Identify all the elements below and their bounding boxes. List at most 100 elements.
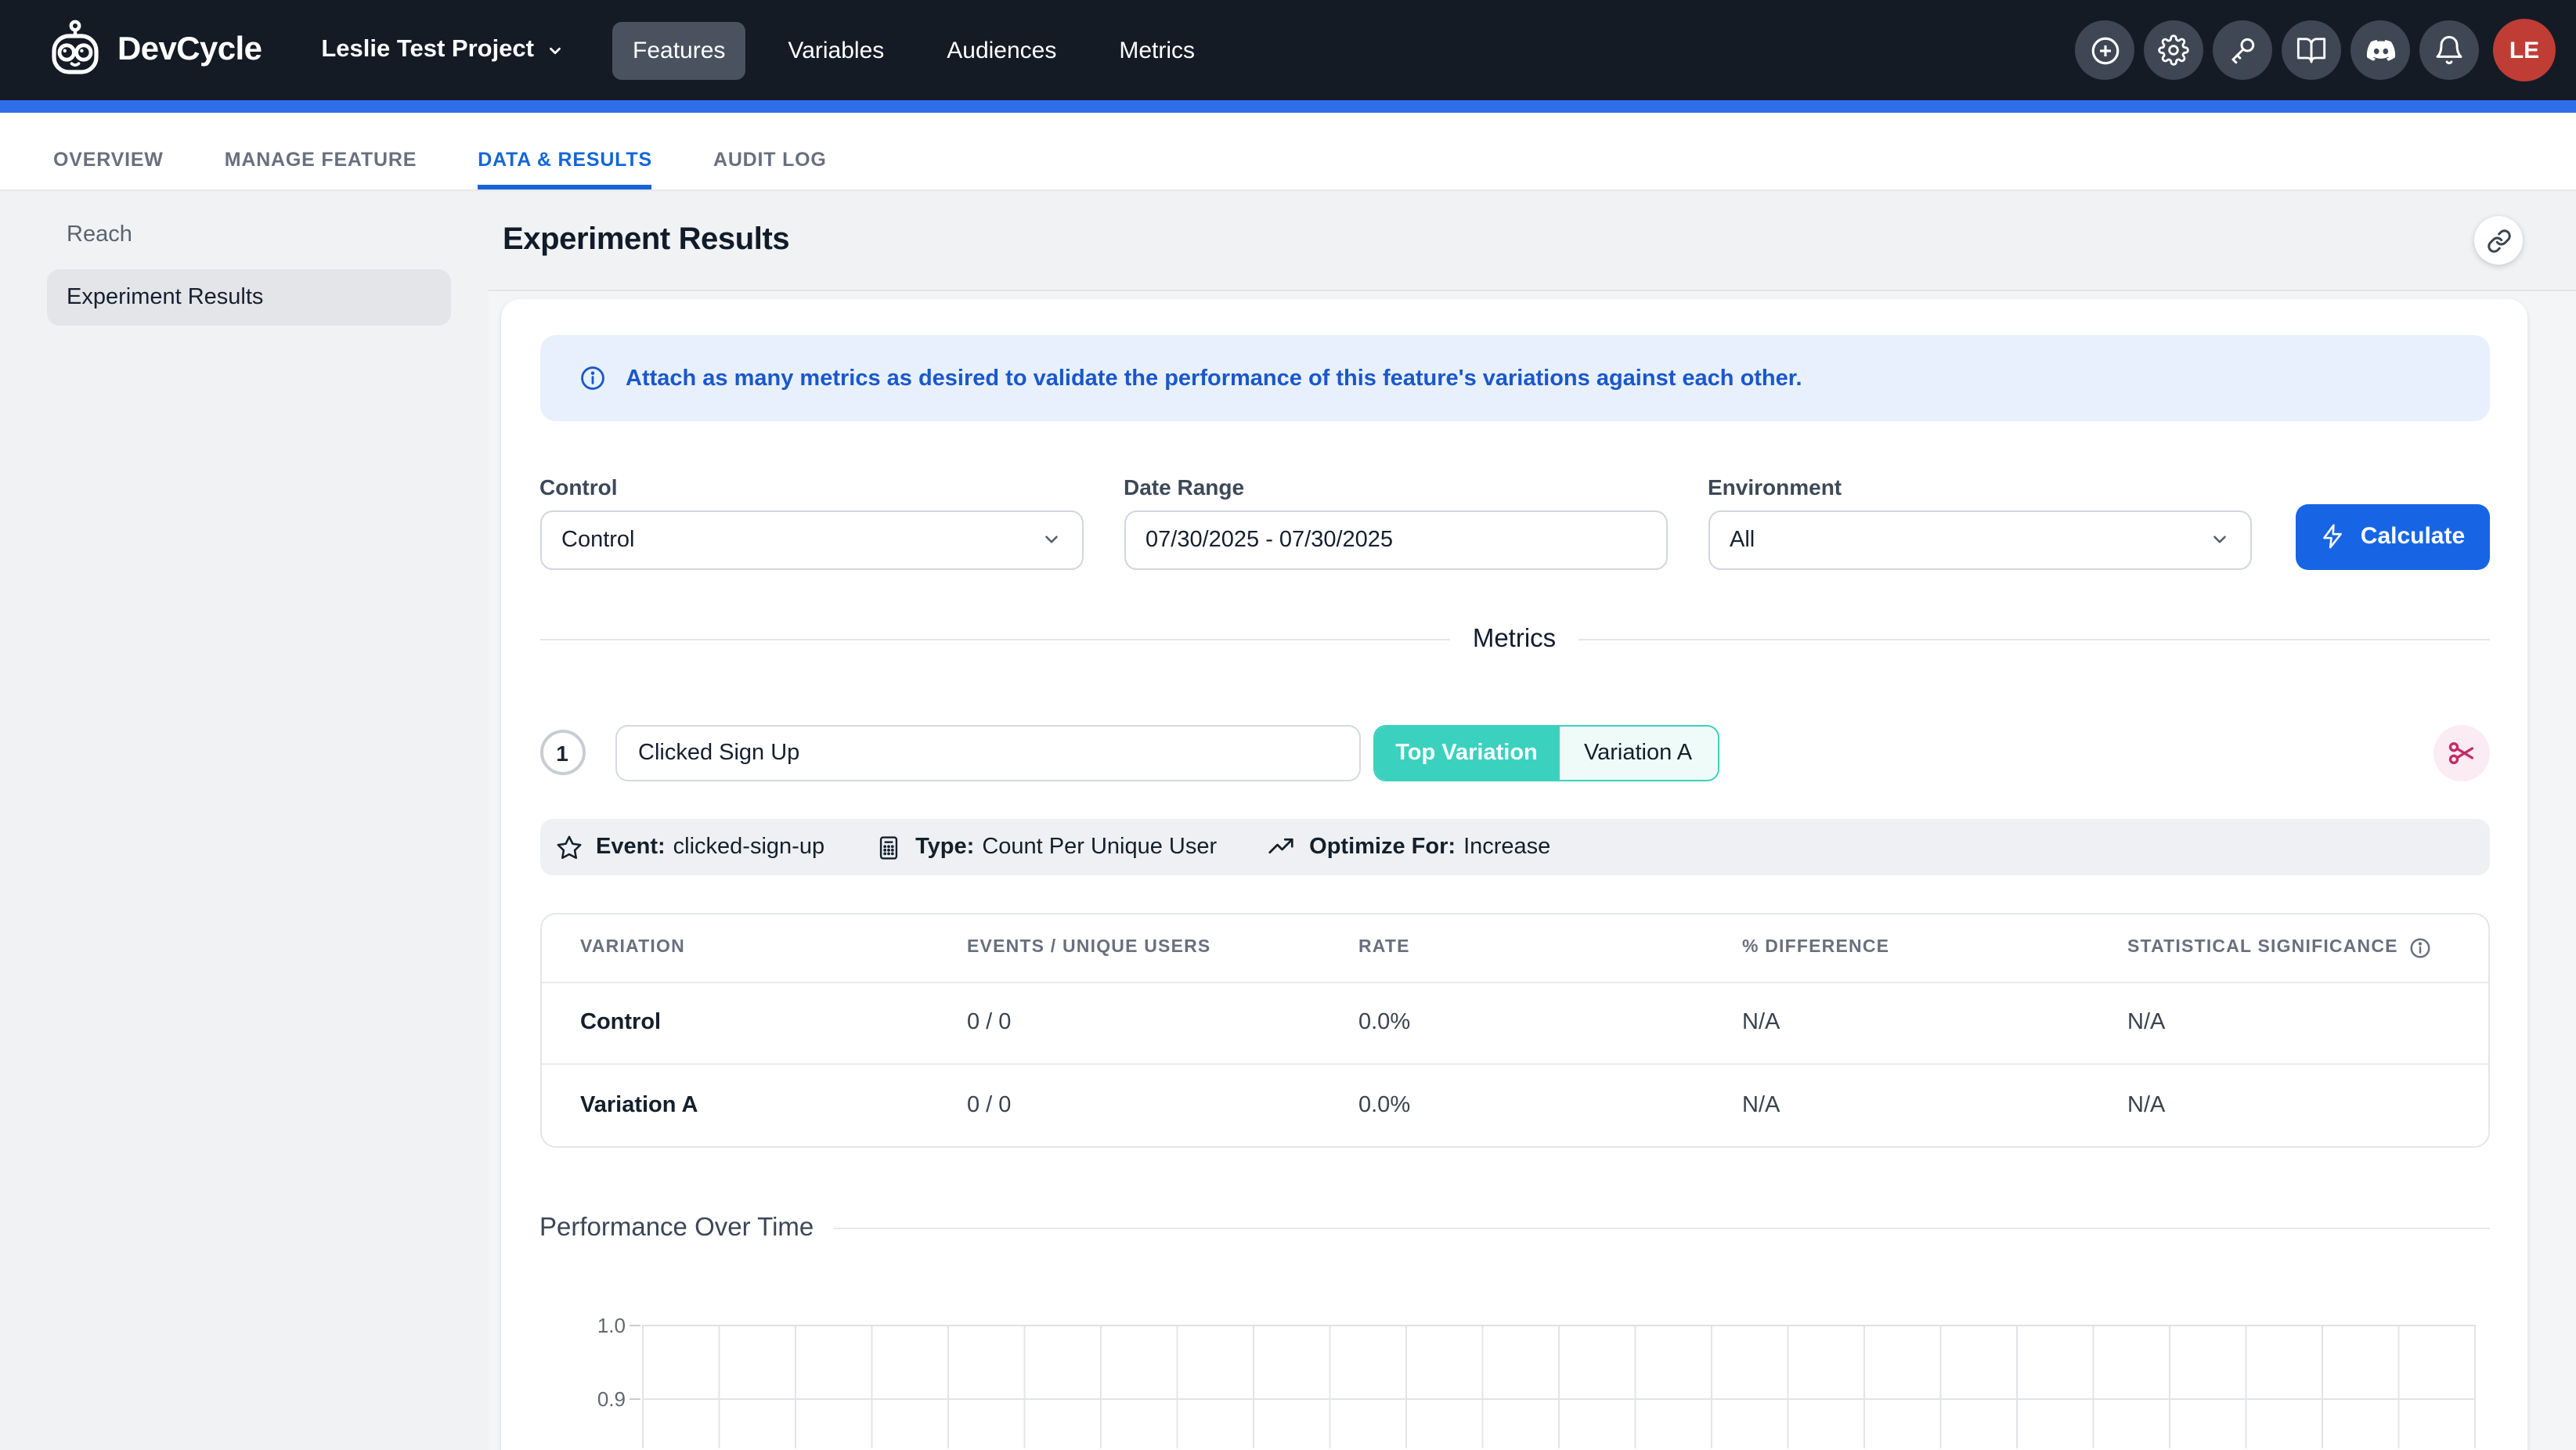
discord-button[interactable] bbox=[2351, 20, 2410, 80]
tab-data-results[interactable]: DATA & RESULTS bbox=[478, 113, 652, 189]
trending-up-icon bbox=[1267, 833, 1295, 861]
info-icon[interactable] bbox=[2409, 936, 2433, 959]
cell-significance: N/A bbox=[2127, 1093, 2488, 1118]
page-header: Experiment Results bbox=[489, 191, 2576, 291]
y-axis-tick-label: 1.0 bbox=[539, 1313, 626, 1336]
divider-line bbox=[1578, 638, 2489, 640]
col-significance-label: STATISTICAL SIGNIFICANCE bbox=[2127, 938, 2398, 957]
remove-metric-button[interactable] bbox=[2433, 725, 2489, 781]
date-range-input[interactable]: 07/30/2025 - 07/30/2025 bbox=[1124, 510, 1668, 569]
variation-toggle: Top Variation Variation A bbox=[1373, 725, 1719, 781]
discord-icon bbox=[2364, 34, 2397, 67]
navbar-actions: LE bbox=[2075, 19, 2556, 81]
control-select[interactable]: Control bbox=[539, 510, 1084, 569]
project-switcher[interactable]: Leslie Test Project bbox=[321, 36, 564, 64]
chart-gridlines bbox=[641, 1324, 2475, 1448]
brand-name: DevCycle bbox=[117, 31, 262, 69]
user-avatar[interactable]: LE bbox=[2493, 19, 2556, 81]
divider-line bbox=[832, 1227, 2489, 1228]
col-difference: % DIFFERENCE bbox=[1742, 938, 2127, 957]
key-icon bbox=[2227, 34, 2258, 66]
table-row: Control 0 / 0 0.0% N/A N/A bbox=[541, 981, 2488, 1063]
cell-significance: N/A bbox=[2127, 1011, 2488, 1036]
type-value: Count Per Unique User bbox=[982, 835, 1217, 860]
sidebar-item-experiment-results[interactable]: Experiment Results bbox=[47, 269, 451, 326]
settings-button[interactable] bbox=[2144, 20, 2203, 80]
metrics-divider-label: Metrics bbox=[1473, 624, 1556, 654]
chevron-down-icon bbox=[547, 41, 564, 59]
cell-events: 0 / 0 bbox=[967, 1011, 1358, 1036]
control-label: Control bbox=[539, 474, 1084, 500]
calculator-icon bbox=[875, 834, 901, 860]
table-header-row: VARIATION EVENTS / UNIQUE USERS RATE % D… bbox=[541, 914, 2488, 981]
metric-name-input[interactable]: Clicked Sign Up bbox=[615, 724, 1360, 781]
star-icon bbox=[555, 834, 582, 860]
devcycle-logo[interactable]: DevCycle bbox=[44, 19, 262, 81]
environment-select[interactable]: All bbox=[1708, 510, 2252, 569]
optimize-summary: Optimize For: Increase bbox=[1267, 833, 1550, 861]
cell-variation: Variation A bbox=[580, 1093, 967, 1118]
tab-manage-feature[interactable]: MANAGE FEATURE bbox=[225, 113, 417, 189]
results-table: VARIATION EVENTS / UNIQUE USERS RATE % D… bbox=[539, 912, 2489, 1147]
type-label: Type: bbox=[915, 835, 974, 860]
create-button[interactable] bbox=[2075, 20, 2134, 80]
api-keys-button[interactable] bbox=[2213, 20, 2272, 80]
event-value: clicked-sign-up bbox=[673, 835, 824, 860]
docs-button[interactable] bbox=[2282, 20, 2341, 80]
info-alert: Attach as many metrics as desired to val… bbox=[539, 335, 2489, 421]
calculate-button[interactable]: Calculate bbox=[2296, 504, 2489, 569]
metric-row: 1 Clicked Sign Up Top Variation Variatio… bbox=[539, 724, 2489, 781]
date-range-value: 07/30/2025 - 07/30/2025 bbox=[1145, 528, 1393, 553]
toggle-variation-a[interactable]: Variation A bbox=[1559, 727, 1717, 780]
performance-over-time-header: Performance Over Time bbox=[539, 1213, 2489, 1243]
plus-circle-icon bbox=[2088, 34, 2121, 67]
performance-chart: 1.0 0.9 bbox=[539, 1243, 2489, 1448]
top-navbar: DevCycle Leslie Test Project Features Va… bbox=[0, 0, 2576, 100]
control-select-value: Control bbox=[561, 528, 635, 553]
event-summary: Event: clicked-sign-up bbox=[555, 834, 824, 860]
info-alert-text: Attach as many metrics as desired to val… bbox=[626, 366, 1802, 391]
copy-link-button[interactable] bbox=[2474, 216, 2523, 265]
tab-overview[interactable]: OVERVIEW bbox=[53, 113, 164, 189]
col-significance: STATISTICAL SIGNIFICANCE bbox=[2127, 936, 2488, 959]
chevron-down-icon bbox=[2210, 530, 2230, 550]
y-axis-tick bbox=[629, 1398, 640, 1400]
chevron-down-icon bbox=[1041, 530, 1062, 550]
cell-difference: N/A bbox=[1742, 1011, 2127, 1036]
app-root: DevCycle Leslie Test Project Features Va… bbox=[0, 0, 2576, 1450]
y-axis-tick bbox=[629, 1324, 640, 1326]
environment-select-value: All bbox=[1730, 528, 1755, 553]
experiment-results-card: Attach as many metrics as desired to val… bbox=[501, 299, 2527, 1450]
cell-variation: Control bbox=[580, 1011, 967, 1036]
metric-summary-strip: Event: clicked-sign-up Type: Count Per U… bbox=[539, 819, 2489, 875]
main-nav: Features Variables Audiences Metrics bbox=[633, 21, 1195, 79]
cell-difference: N/A bbox=[1742, 1093, 2127, 1118]
page-title: Experiment Results bbox=[503, 222, 789, 258]
bell-icon bbox=[2433, 34, 2465, 66]
filters-row: Control Control Date Range 07/30/2025 - … bbox=[539, 474, 2489, 569]
nav-item-features[interactable]: Features bbox=[612, 21, 745, 79]
feature-tabbar: OVERVIEW MANAGE FEATURE DATA & RESULTS A… bbox=[0, 113, 2576, 191]
sidebar-item-reach[interactable]: Reach bbox=[47, 207, 451, 263]
devcycle-robot-icon bbox=[44, 19, 106, 81]
metric-name-value: Clicked Sign Up bbox=[638, 741, 799, 766]
nav-item-metrics[interactable]: Metrics bbox=[1119, 37, 1195, 63]
gear-icon bbox=[2158, 34, 2189, 66]
notifications-button[interactable] bbox=[2419, 20, 2479, 80]
toggle-top-variation[interactable]: Top Variation bbox=[1374, 727, 1559, 780]
environment-label: Environment bbox=[1708, 474, 2252, 500]
optimize-value: Increase bbox=[1463, 835, 1550, 860]
col-events: EVENTS / UNIQUE USERS bbox=[967, 938, 1358, 957]
table-row: Variation A 0 / 0 0.0% N/A N/A bbox=[541, 1063, 2488, 1145]
date-range-field: Date Range 07/30/2025 - 07/30/2025 bbox=[1124, 474, 1668, 569]
control-field: Control Control bbox=[539, 474, 1084, 569]
info-icon bbox=[579, 365, 605, 391]
col-rate: RATE bbox=[1358, 938, 1742, 957]
nav-item-audiences[interactable]: Audiences bbox=[947, 37, 1056, 63]
nav-item-variables[interactable]: Variables bbox=[788, 37, 884, 63]
divider-line bbox=[539, 638, 1451, 640]
cell-rate: 0.0% bbox=[1358, 1011, 1742, 1036]
tab-audit-log[interactable]: AUDIT LOG bbox=[713, 113, 827, 189]
cell-events: 0 / 0 bbox=[967, 1093, 1358, 1118]
project-name: Leslie Test Project bbox=[321, 36, 534, 64]
